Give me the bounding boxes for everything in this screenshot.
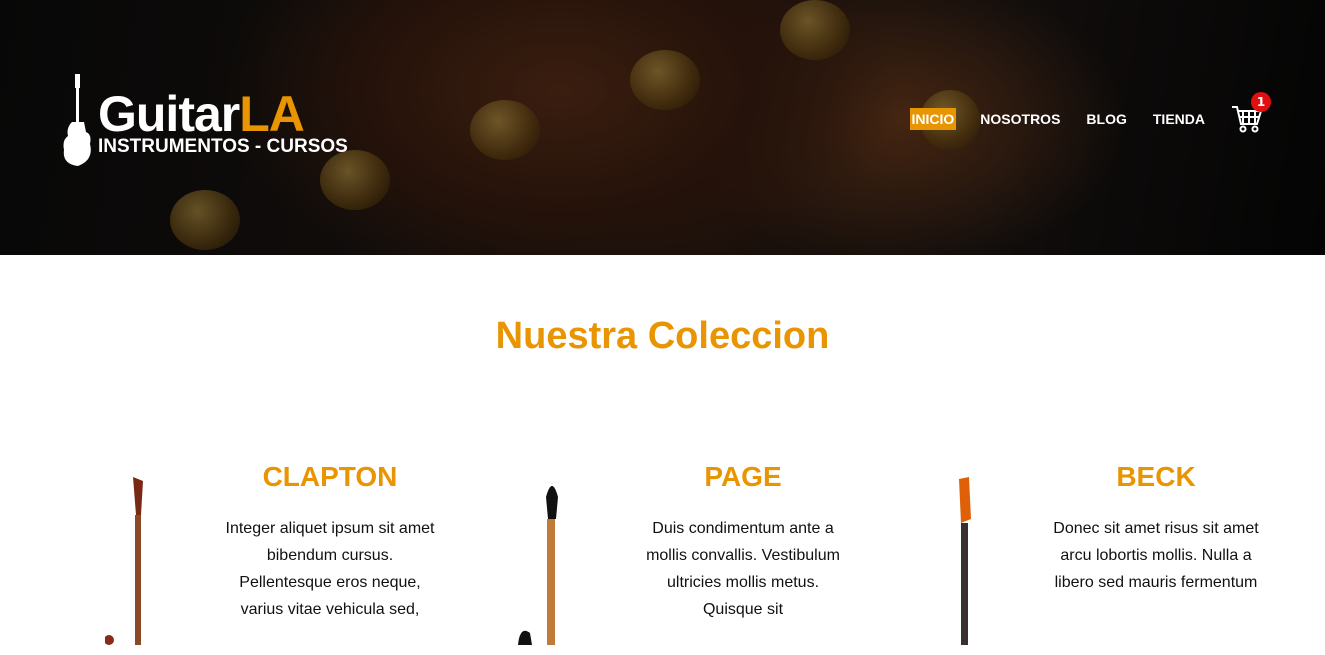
cart-button[interactable]: 1 xyxy=(1231,92,1271,134)
guitar-image xyxy=(518,486,558,645)
tuning-peg xyxy=(170,190,240,250)
nav-nosotros[interactable]: NOSOTROS xyxy=(978,108,1062,130)
nav-tienda[interactable]: TIENDA xyxy=(1151,108,1207,130)
product-name: PAGE xyxy=(704,461,782,492)
product-description: Donec sit amet risus sit amet arcu lobor… xyxy=(1053,520,1259,591)
logo[interactable]: GuitarLA INSTRUMENTOS - CURSOS xyxy=(62,74,348,168)
product-card[interactable]: PAGE Duis condimentum ante a mollis conv… xyxy=(513,455,933,655)
product-name: CLAPTON xyxy=(262,461,398,492)
product-card[interactable]: CLAPTON Integer aliquet ipsum sit amet b… xyxy=(100,455,520,655)
tagline: INSTRUMENTOS - CURSOS xyxy=(98,136,348,157)
tuning-peg xyxy=(630,50,700,110)
product-name: BECK xyxy=(1116,461,1196,492)
guitar-image xyxy=(105,477,143,645)
main-nav: INICIO NOSOTROS BLOG TIENDA 1 xyxy=(909,92,1271,134)
nav-inicio[interactable]: INICIO xyxy=(909,108,957,130)
cart-count-badge: 1 xyxy=(1251,92,1271,112)
nav-blog[interactable]: BLOG xyxy=(1084,108,1128,130)
hero-header: GuitarLA INSTRUMENTOS - CURSOS INICIO NO… xyxy=(0,0,1325,255)
tuning-peg xyxy=(780,0,850,60)
guitar-image xyxy=(959,477,971,645)
page-title: Nuestra Coleccion xyxy=(495,315,830,357)
product-description: Duis condimentum ante a mollis convallis… xyxy=(646,520,840,618)
brand-name: GuitarLA xyxy=(98,86,305,142)
tuning-peg xyxy=(470,100,540,160)
main-content: Nuestra Coleccion CLAPTON Integer alique… xyxy=(0,315,1325,645)
product-description: Integer aliquet ipsum sit amet bibendum … xyxy=(225,520,435,618)
product-card[interactable]: BECK Donec sit amet risus sit amet arcu … xyxy=(926,455,1325,655)
guitar-logo-icon xyxy=(63,74,91,166)
